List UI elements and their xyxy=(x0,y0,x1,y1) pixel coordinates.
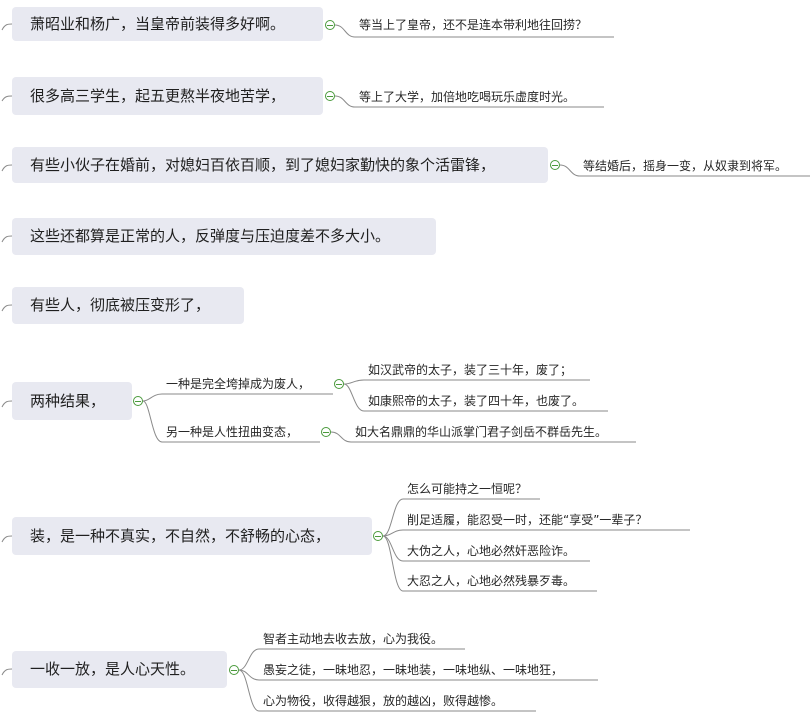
subtopic-leaf[interactable]: 如康熙帝的太子，装了四十年，也废了。 xyxy=(368,395,584,407)
connector-line xyxy=(343,379,590,385)
subtopic-leaf[interactable]: 等结婚后，摇身一变，从奴隶到将军。 xyxy=(583,160,787,172)
topic-text: 有些人，彻底被压变形了， xyxy=(30,296,211,314)
connector-line xyxy=(142,393,333,402)
connector-line xyxy=(1,95,13,102)
topic-node-deformed-people[interactable]: 有些人，彻底被压变形了， xyxy=(12,287,244,324)
collapse-minus-icon[interactable] xyxy=(229,665,239,675)
subtopic-leaf[interactable]: 心为物役，收得越狠，放的越凶，败得越惨。 xyxy=(263,695,503,707)
topic-text: 有些小伙子在婚前，对媳妇百依百顺，到了媳妇家勤快的象个活雷锋， xyxy=(30,155,496,174)
topic-node-pretending[interactable]: 装，是一种不真实，不自然，不舒畅的心态， xyxy=(12,517,372,555)
collapse-minus-icon[interactable] xyxy=(133,396,143,406)
topic-text: 两种结果， xyxy=(30,391,106,410)
subtopic-leaf[interactable]: 大伪之人，心地必然奸恶险诈。 xyxy=(407,545,575,557)
connector-line xyxy=(1,235,13,243)
subtopic-leaf[interactable]: 等当上了皇帝，还不是连本带利地往回捞？ xyxy=(359,19,587,31)
topic-text: 这些还都算是正常的人，反弹度与压迫度差不多大小。 xyxy=(30,227,391,245)
collapse-minus-icon[interactable] xyxy=(550,160,560,170)
topic-text: 一收一放，是人心天性。 xyxy=(30,660,196,678)
subtopic-leaf[interactable]: 如汉武帝的太子，装了三十年，废了； xyxy=(368,364,572,376)
connector-line xyxy=(1,23,13,31)
topic-node-normal-people[interactable]: 这些还都算是正常的人，反弹度与压迫度差不多大小。 xyxy=(12,218,436,255)
subtopic-branch[interactable]: 另一种是人性扭曲变态， xyxy=(166,426,298,438)
connector-line xyxy=(1,304,13,312)
topic-node-two-outcomes[interactable]: 两种结果， xyxy=(12,382,132,420)
connector-line xyxy=(1,400,13,408)
subtopic-branch[interactable]: 一种是完全垮掉成为废人， xyxy=(166,378,310,390)
subtopic-leaf[interactable]: 削足适履，能忍受一时，还能“享受”一辈子？ xyxy=(407,514,647,526)
topic-text: 萧昭业和杨广，当皇帝前装得多好啊。 xyxy=(30,14,286,33)
subtopic-leaf[interactable]: 等上了大学，加倍地吃喝玩乐虚度时光。 xyxy=(359,91,575,103)
connector-line xyxy=(1,164,13,172)
connector-line xyxy=(1,668,13,676)
connector-line xyxy=(382,529,690,537)
collapse-minus-icon[interactable] xyxy=(373,531,383,541)
collapse-minus-icon[interactable] xyxy=(325,20,335,30)
collapse-minus-icon[interactable] xyxy=(321,427,331,437)
connector-line xyxy=(1,535,13,543)
collapse-minus-icon[interactable] xyxy=(334,379,344,389)
collapse-minus-icon[interactable] xyxy=(325,91,335,101)
subtopic-leaf[interactable]: 智者主动地去收去放，心为我役。 xyxy=(263,633,443,645)
mind-map-canvas: 萧昭业和杨广，当皇帝前装得多好啊。 等当上了皇帝，还不是连本带利地往回捞？ 很多… xyxy=(0,0,810,717)
topic-text: 很多高三学生，起五更熬半夜地苦学， xyxy=(30,86,286,105)
topic-node-xiao-zhaoye-yang-guang[interactable]: 萧昭业和杨广，当皇帝前装得多好啊。 xyxy=(12,7,323,41)
topic-text: 装，是一种不真实，不自然，不舒畅的心态， xyxy=(30,526,331,545)
subtopic-leaf[interactable]: 怎么可能持之一恒呢？ xyxy=(407,483,527,495)
topic-node-young-men-before-marriage[interactable]: 有些小伙子在婚前，对媳妇百依百顺，到了媳妇家勤快的象个活雷锋， xyxy=(12,147,548,183)
topic-node-senior-students[interactable]: 很多高三学生，起五更熬半夜地苦学， xyxy=(12,77,323,115)
subtopic-leaf[interactable]: 大忍之人，心地必然残暴歹毒。 xyxy=(407,575,575,587)
subtopic-leaf[interactable]: 如大名鼎鼎的华山派掌门君子剑岳不群岳先生。 xyxy=(355,426,607,438)
topic-node-restraint-and-release[interactable]: 一收一放，是人心天性。 xyxy=(12,651,227,688)
subtopic-leaf[interactable]: 愚妄之徒，一昧地忍，一昧地装，一味地纵、一味地狂， xyxy=(263,664,563,676)
